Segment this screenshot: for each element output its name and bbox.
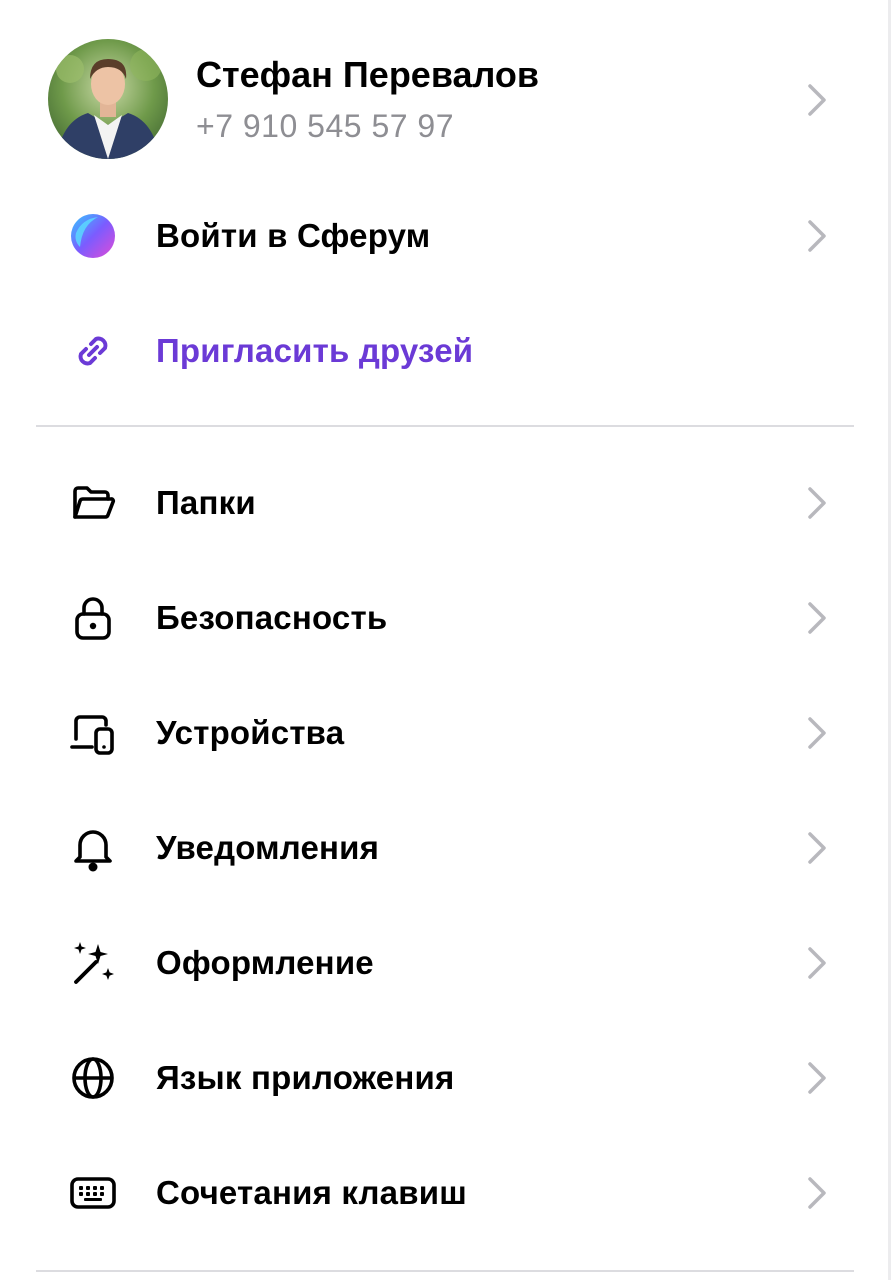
invite-friends-row[interactable]: Пригласить друзей	[0, 322, 891, 380]
profile-name: Стефан Перевалов	[196, 54, 540, 95]
chevron-right-icon	[808, 84, 826, 116]
chevron-right-icon	[808, 487, 826, 519]
lock-icon	[66, 591, 120, 645]
chevron-right-icon	[808, 832, 826, 864]
chevron-right-icon	[808, 947, 826, 979]
chevron-right-icon	[808, 1062, 826, 1094]
section-divider	[36, 1270, 854, 1272]
sferum-logo-icon	[66, 209, 120, 263]
link-icon	[66, 324, 120, 378]
settings-item-label: Оформление	[156, 944, 374, 981]
settings-item-label: Безопасность	[156, 599, 388, 636]
settings-item-label: Папки	[156, 484, 256, 521]
settings-item-label: Устройства	[156, 714, 345, 751]
settings-item-shortcuts[interactable]: Сочетания клавиш	[0, 1164, 891, 1222]
settings-item-folders[interactable]: Папки	[0, 474, 891, 532]
settings-item-label: Язык приложения	[156, 1059, 455, 1096]
section-divider	[36, 425, 854, 427]
chevron-right-icon	[808, 1177, 826, 1209]
settings-item-appearance[interactable]: Оформление	[0, 934, 891, 992]
settings-item-label: Уведомления	[156, 829, 380, 866]
magic-wand-icon	[66, 936, 120, 990]
settings-item-devices[interactable]: Устройства	[0, 704, 891, 762]
settings-item-security[interactable]: Безопасность	[0, 589, 891, 647]
chevron-right-icon	[808, 602, 826, 634]
sferum-login-label: Войти в Сферум	[156, 217, 431, 254]
devices-icon	[66, 706, 120, 760]
settings-item-language[interactable]: Язык приложения	[0, 1049, 891, 1107]
profile-row[interactable]: Стефан Перевалов +7 910 545 57 97	[0, 36, 891, 166]
folder-icon	[66, 476, 120, 530]
invite-friends-label: Пригласить друзей	[156, 332, 474, 369]
keyboard-icon	[66, 1166, 120, 1220]
profile-phone: +7 910 545 57 97	[196, 108, 455, 144]
chevron-right-icon	[808, 717, 826, 749]
globe-icon	[66, 1051, 120, 1105]
settings-item-label: Сочетания клавиш	[156, 1174, 467, 1211]
bell-icon	[66, 821, 120, 875]
settings-item-notifications[interactable]: Уведомления	[0, 819, 891, 877]
chevron-right-icon	[808, 220, 826, 252]
avatar	[48, 39, 168, 159]
sferum-login-row[interactable]: Войти в Сферум	[0, 207, 891, 265]
